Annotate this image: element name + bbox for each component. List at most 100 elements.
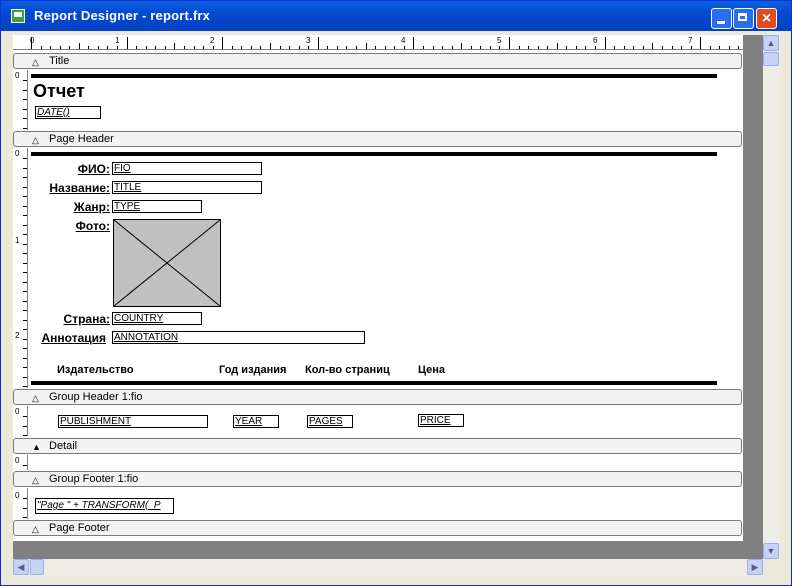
- minimize-button[interactable]: [711, 8, 732, 29]
- collapse-triangle-filled-icon[interactable]: ▲: [32, 442, 41, 452]
- label-fio[interactable]: ФИО:: [78, 162, 110, 176]
- ruler-tick: [442, 46, 444, 49]
- collapse-triangle-icon[interactable]: △: [32, 475, 39, 486]
- field-price[interactable]: PRICE: [418, 414, 464, 427]
- vruler-number: 0: [15, 149, 20, 158]
- ruler-tick: [432, 46, 434, 49]
- ruler-tick: [489, 46, 491, 49]
- ruler-tick: [422, 46, 424, 49]
- scroll-up-button[interactable]: ▲: [763, 35, 779, 51]
- band-group-header[interactable]: △ Group Header 1:fio: [13, 389, 742, 405]
- field-year[interactable]: YEAR: [233, 415, 279, 428]
- ruler-tick: [23, 89, 27, 91]
- collapse-triangle-icon[interactable]: △: [32, 57, 39, 68]
- ruler-tick: [384, 46, 386, 49]
- ruler-tick: [203, 46, 205, 49]
- close-button[interactable]: ×: [756, 8, 777, 29]
- label-country[interactable]: Страна:: [64, 312, 110, 326]
- field-title[interactable]: TITLE: [112, 181, 262, 194]
- ruler-tick: [719, 46, 721, 49]
- vertical-ruler-page-header: 0 1 2: [13, 148, 28, 388]
- title-bar[interactable]: Report Designer - report.frx ×: [1, 1, 791, 31]
- column-header-pages[interactable]: Кол-во страниц: [305, 364, 390, 376]
- label-genre[interactable]: Жанр:: [74, 200, 110, 214]
- horizontal-scrollbar[interactable]: ◀ ▶: [13, 559, 763, 576]
- ruler-tick: [23, 376, 27, 378]
- report-canvas[interactable]: 0 1 2 3 4 5 6 7 △ Title 0 Отчет DATE() △…: [13, 35, 743, 541]
- field-pages[interactable]: PAGES: [307, 415, 353, 428]
- band-detail[interactable]: ▲ Detail: [13, 438, 742, 454]
- ruler-tick: [23, 507, 27, 509]
- ruler-tick: [212, 46, 214, 49]
- ruler-tick: [222, 37, 224, 49]
- ruler-tick: [23, 127, 27, 129]
- collapse-triangle-icon[interactable]: △: [32, 393, 39, 404]
- column-header-price[interactable]: Цена: [418, 364, 445, 376]
- band-group-header-label: Group Header 1:fio: [49, 391, 143, 403]
- close-icon: ×: [761, 10, 772, 27]
- page-header-top-line: [31, 152, 717, 156]
- scroll-left-button[interactable]: ◀: [13, 559, 29, 575]
- field-publishment[interactable]: PUBLISHMENT: [58, 415, 208, 428]
- ruler-tick: [709, 46, 711, 49]
- band-detail-label: Detail: [49, 440, 78, 452]
- ruler-tick: [97, 46, 99, 49]
- collapse-triangle-icon[interactable]: △: [32, 135, 39, 146]
- ruler-tick: [164, 46, 166, 49]
- field-fio[interactable]: FIO: [112, 162, 262, 175]
- ruler-tick: [23, 205, 27, 207]
- label-photo[interactable]: Фото:: [76, 219, 110, 233]
- scroll-down-button[interactable]: ▼: [763, 543, 779, 559]
- report-title-text[interactable]: Отчет: [33, 81, 85, 102]
- scroll-right-button[interactable]: ▶: [747, 559, 763, 575]
- ruler-tick: [270, 43, 271, 49]
- vertical-scroll-thumb[interactable]: [763, 52, 779, 66]
- collapse-triangle-icon[interactable]: △: [32, 524, 39, 535]
- app-icon: [11, 9, 25, 23]
- date-field[interactable]: DATE(): [35, 106, 101, 119]
- field-type[interactable]: TYPE: [112, 200, 202, 213]
- ruler-tick: [413, 37, 415, 49]
- ruler-tick: [728, 46, 730, 49]
- horizontal-scroll-thumb[interactable]: [30, 559, 44, 575]
- ruler-tick: [336, 46, 338, 49]
- field-annotation[interactable]: ANNOTATION: [112, 331, 365, 344]
- ruler-tick: [88, 46, 90, 49]
- title-top-line: [31, 74, 717, 78]
- band-group-footer-label: Group Footer 1:fio: [49, 473, 139, 485]
- ruler-tick: [690, 46, 692, 49]
- ruler-tick: [69, 46, 71, 49]
- ruler-tick: [317, 37, 319, 49]
- ruler-tick: [23, 386, 27, 387]
- ruler-number: 4: [401, 36, 406, 45]
- ruler-tick: [59, 46, 61, 49]
- ruler-tick: [509, 37, 510, 49]
- ruler-tick: [183, 46, 185, 49]
- band-group-footer[interactable]: △ Group Footer 1:fio: [13, 471, 742, 487]
- ruler-tick: [700, 37, 702, 49]
- label-annotation[interactable]: Аннотация: [42, 331, 107, 345]
- vruler-number: 1: [15, 236, 20, 245]
- field-country[interactable]: COUNTRY: [112, 312, 202, 325]
- label-title[interactable]: Название:: [49, 181, 110, 195]
- vertical-scrollbar[interactable]: ▲ ▼: [763, 35, 780, 559]
- vruler-number: 2: [15, 331, 20, 340]
- ruler-tick: [375, 46, 377, 49]
- band-title[interactable]: △ Title: [13, 53, 742, 69]
- ruler-tick: [23, 118, 27, 119]
- photo-placeholder[interactable]: [113, 219, 221, 307]
- ruler-tick: [23, 158, 27, 159]
- column-header-year[interactable]: Год издания: [219, 364, 286, 376]
- band-page-footer[interactable]: △ Page Footer: [13, 520, 742, 536]
- ruler-tick: [356, 46, 358, 49]
- column-header-publisher[interactable]: Издательство: [57, 364, 134, 376]
- page-number-expression[interactable]: "Page " + TRANSFORM(_P: [35, 498, 174, 514]
- ruler-tick: [23, 319, 27, 321]
- ruler-tick: [289, 46, 291, 49]
- vertical-ruler-title: 0: [13, 70, 28, 130]
- ruler-tick: [604, 37, 606, 49]
- ruler-tick: [681, 46, 683, 49]
- band-page-header[interactable]: △ Page Header: [13, 131, 742, 147]
- maximize-button[interactable]: [733, 8, 754, 29]
- ruler-number: 1: [115, 36, 120, 45]
